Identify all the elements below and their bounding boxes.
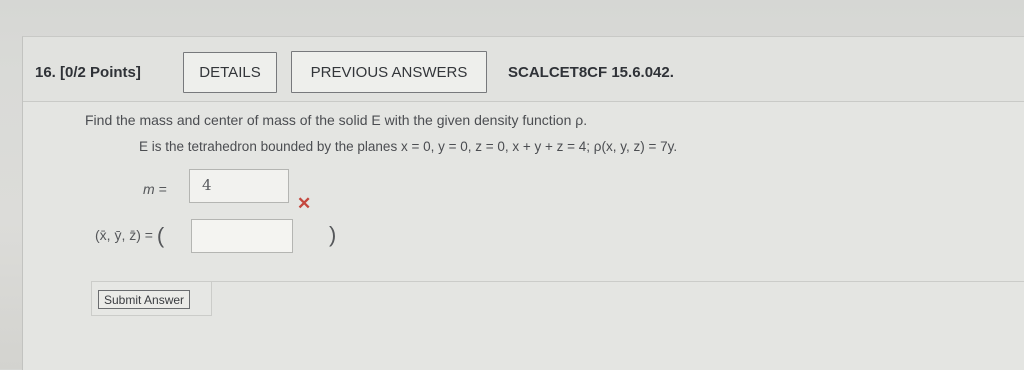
divider bbox=[209, 281, 1024, 282]
mass-label: m = bbox=[143, 181, 167, 197]
question-number: 16. [0/2 Points] bbox=[35, 64, 141, 81]
mass-input[interactable]: 4 bbox=[189, 169, 289, 203]
previous-answers-button[interactable]: PREVIOUS ANSWERS bbox=[291, 51, 487, 93]
question-panel: 16. [0/2 Points] DETAILS PREVIOUS ANSWER… bbox=[22, 36, 1024, 370]
red-x-icon: ✕ bbox=[297, 194, 312, 213]
open-paren: ( bbox=[156, 223, 165, 248]
problem-region: E is the tetrahedron bounded by the plan… bbox=[139, 139, 678, 154]
problem-code: SCALCET8CF 15.6.042. bbox=[508, 64, 674, 81]
close-paren: ) bbox=[329, 222, 337, 247]
center-of-mass-label: (x̄, ȳ, z̄) = ( bbox=[95, 223, 164, 249]
problem-prompt: Find the mass and center of mass of the … bbox=[85, 112, 588, 128]
center-equals: = bbox=[144, 227, 153, 243]
submit-area: Submit Answer bbox=[91, 281, 212, 316]
details-button[interactable]: DETAILS bbox=[183, 52, 277, 93]
question-header: 16. [0/2 Points] DETAILS PREVIOUS ANSWER… bbox=[23, 37, 1024, 102]
submit-answer-button[interactable]: Submit Answer bbox=[98, 290, 191, 309]
center-of-mass-input[interactable] bbox=[191, 219, 293, 253]
center-label-text: (x̄, ȳ, z̄) bbox=[95, 227, 141, 243]
